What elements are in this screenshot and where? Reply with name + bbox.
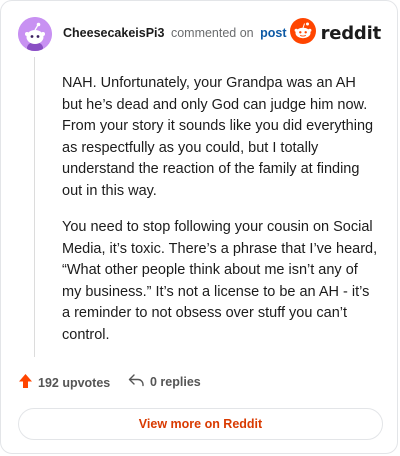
reply-count: 0 replies (150, 374, 201, 389)
post-link[interactable]: post (260, 26, 286, 40)
reddit-brand[interactable]: reddit (289, 17, 382, 49)
action-text: commented on (170, 26, 254, 40)
comment-meta: CheesecakeisPi3 commented on post (63, 26, 287, 40)
reddit-logo-icon (289, 17, 316, 49)
reply-arrow-icon (128, 373, 145, 390)
comment-paragraph: You need to stop following your cousin o… (62, 219, 378, 343)
snoo-avatar-icon[interactable] (18, 17, 52, 51)
comment-header: CheesecakeisPi3 commented on post reddit (18, 17, 381, 51)
reddit-wordmark: reddit (320, 22, 382, 44)
reply-button[interactable]: 0 replies (128, 373, 201, 390)
upvote-count: 192 upvotes (38, 375, 111, 390)
thread-line (34, 57, 35, 357)
comment-embed-card: CheesecakeisPi3 commented on post reddit (0, 0, 398, 454)
upvote-arrow-icon (18, 373, 33, 392)
upvote-button[interactable]: 192 upvotes (18, 373, 110, 392)
view-more-button[interactable]: View more on Reddit (18, 408, 383, 440)
username-link[interactable]: CheesecakeisPi3 (63, 26, 164, 40)
comment-paragraph: NAH. Unfortunately, your Grandpa was an … (62, 75, 374, 199)
comment-body: NAH. Unfortunately, your Grandpa was an … (62, 73, 380, 361)
